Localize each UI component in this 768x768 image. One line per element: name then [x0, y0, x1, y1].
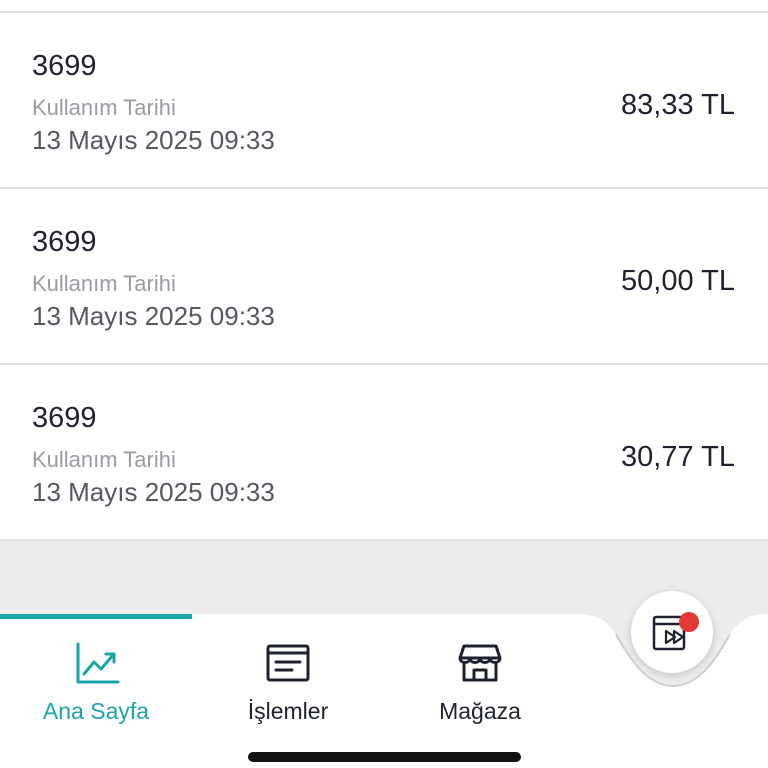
usage-date: 13 Mayıs 2025 09:33 — [32, 125, 275, 155]
transaction-list: 3699 Kullanım Tarihi 13 Mayıs 2025 09:33… — [0, 0, 768, 541]
active-tab-indicator — [0, 614, 192, 619]
transaction-code: 3699 — [32, 402, 97, 434]
transaction-code: 3699 — [32, 50, 97, 82]
transaction-amount: 83,33 TL — [621, 89, 735, 121]
fab-button[interactable] — [631, 591, 713, 673]
tab-home-label: Ana Sayfa — [42, 698, 150, 724]
chart-icon — [76, 642, 120, 684]
usage-date-label: Kullanım Tarihi — [32, 447, 176, 472]
tab-store[interactable]: Mağaza — [384, 640, 576, 730]
divider — [0, 0, 768, 13]
notification-dot — [679, 612, 699, 632]
transaction-code: 3699 — [32, 226, 97, 258]
usage-date-label: Kullanım Tarihi — [32, 95, 176, 120]
usage-date: 13 Mayıs 2025 09:33 — [32, 477, 275, 507]
tab-transactions[interactable]: İşlemler — [192, 640, 384, 730]
usage-date-label: Kullanım Tarihi — [32, 271, 176, 296]
usage-date: 13 Mayıs 2025 09:33 — [32, 301, 275, 331]
store-icon — [458, 644, 502, 682]
transaction-amount: 50,00 TL — [621, 265, 735, 297]
transaction-row[interactable]: 3699 Kullanım Tarihi 13 Mayıs 2025 09:33… — [0, 189, 768, 365]
transaction-amount: 30,77 TL — [621, 441, 735, 473]
tab-home[interactable]: Ana Sayfa — [0, 640, 192, 730]
list-icon — [266, 644, 310, 682]
transaction-row[interactable]: 3699 Kullanım Tarihi 13 Mayıs 2025 09:33… — [0, 13, 768, 189]
tab-transactions-label: İşlemler — [247, 698, 329, 724]
transaction-row[interactable]: 3699 Kullanım Tarihi 13 Mayıs 2025 09:33… — [0, 365, 768, 541]
home-indicator — [248, 752, 521, 762]
tab-store-label: Mağaza — [439, 698, 521, 724]
